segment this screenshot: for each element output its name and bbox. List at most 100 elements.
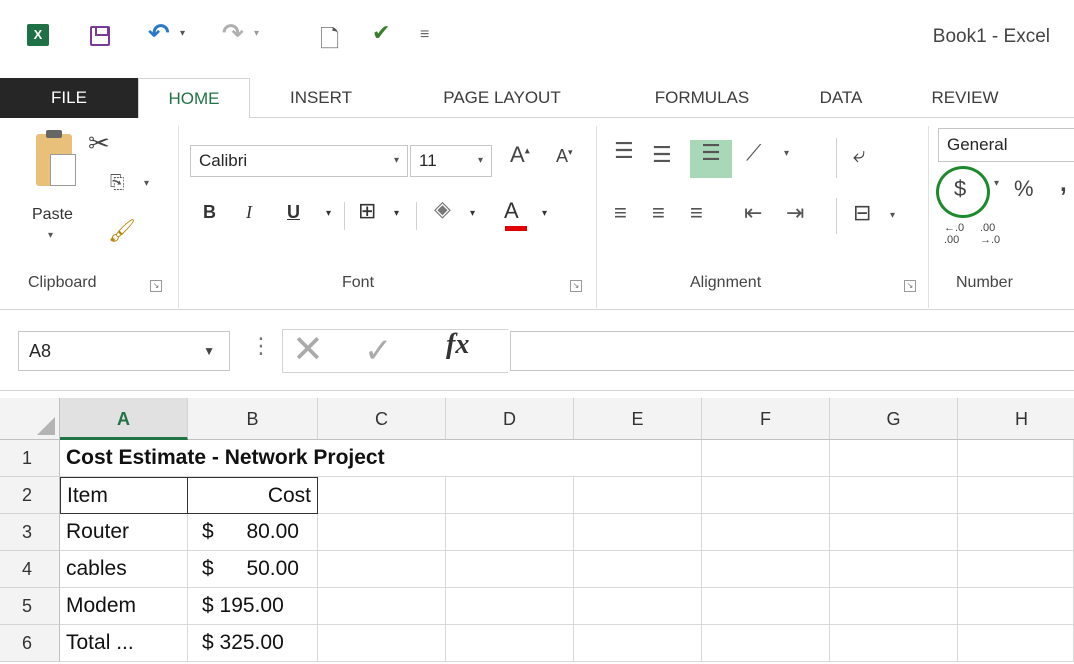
cell[interactable] xyxy=(574,551,702,588)
cell[interactable] xyxy=(574,477,702,514)
redo-icon[interactable]: ↷ xyxy=(222,18,244,49)
cell[interactable] xyxy=(446,551,574,588)
clipboard-launcher-icon[interactable]: ↘ xyxy=(150,280,162,292)
cell[interactable] xyxy=(958,625,1074,662)
cell[interactable] xyxy=(958,551,1074,588)
underline-dropdown-icon[interactable]: ▾ xyxy=(326,208,331,219)
column-header-e[interactable]: E xyxy=(574,398,702,440)
tab-insert[interactable]: INSERT xyxy=(268,78,374,118)
cell[interactable] xyxy=(702,440,830,477)
italic-button[interactable]: I xyxy=(246,202,252,223)
cell[interactable] xyxy=(318,551,446,588)
font-color-icon[interactable]: A xyxy=(504,198,519,224)
orientation-dropdown-icon[interactable]: ▾ xyxy=(784,148,789,159)
cell[interactable] xyxy=(574,514,702,551)
redo-dropdown-icon[interactable]: ▾ xyxy=(254,28,259,39)
tab-file[interactable]: FILE xyxy=(0,78,138,118)
bold-button[interactable]: B xyxy=(203,202,216,223)
cell[interactable] xyxy=(574,588,702,625)
cell[interactable] xyxy=(702,588,830,625)
column-header-h[interactable]: H xyxy=(958,398,1074,440)
align-left-icon[interactable]: ≡ xyxy=(614,200,627,226)
cell[interactable] xyxy=(318,588,446,625)
number-format-select[interactable]: General xyxy=(938,128,1074,162)
accounting-dropdown-icon[interactable]: ▾ xyxy=(994,178,999,189)
cell-a1[interactable]: Cost Estimate - Network Project xyxy=(60,440,574,477)
cell[interactable] xyxy=(830,588,958,625)
borders-icon[interactable]: ⊞ xyxy=(358,198,376,224)
row-header-6[interactable]: 6 xyxy=(0,625,60,662)
tab-formulas[interactable]: FORMULAS xyxy=(624,78,780,118)
cell[interactable] xyxy=(830,440,958,477)
column-header-c[interactable]: C xyxy=(318,398,446,440)
cell[interactable] xyxy=(958,440,1074,477)
underline-button[interactable]: U xyxy=(287,202,300,223)
column-header-d[interactable]: D xyxy=(446,398,574,440)
cell[interactable] xyxy=(574,440,702,477)
formula-bar-grip-icon[interactable]: ⋮ xyxy=(250,333,272,359)
row-header-1[interactable]: 1 xyxy=(0,440,60,477)
cell-a5[interactable]: Modem xyxy=(60,588,188,625)
decrease-font-size-icon[interactable]: A▾ xyxy=(556,146,573,167)
cell-a6[interactable]: Total ... xyxy=(60,625,188,662)
insert-function-button[interactable]: fx xyxy=(446,329,469,361)
select-all-button[interactable] xyxy=(0,398,60,440)
align-right-icon[interactable]: ≡ xyxy=(690,200,703,226)
alignment-launcher-icon[interactable]: ↘ xyxy=(904,280,916,292)
font-size-select[interactable]: 11 ▾ xyxy=(410,145,492,177)
row-header-4[interactable]: 4 xyxy=(0,551,60,588)
borders-dropdown-icon[interactable]: ▾ xyxy=(394,208,399,219)
accounting-format-button[interactable]: $ xyxy=(936,166,990,218)
column-header-a[interactable]: A xyxy=(60,398,188,440)
percent-style-button[interactable]: % xyxy=(1014,176,1034,202)
fill-color-dropdown-icon[interactable]: ▾ xyxy=(470,208,475,219)
tab-review[interactable]: REVIEW xyxy=(904,78,1026,118)
cell[interactable] xyxy=(830,514,958,551)
cell-b5[interactable]: $ 195.00 xyxy=(188,588,318,625)
wrap-text-icon[interactable]: ⤶ xyxy=(853,142,865,168)
cell[interactable] xyxy=(702,514,830,551)
cell[interactable] xyxy=(446,514,574,551)
cell-a4[interactable]: cables xyxy=(60,551,188,588)
print-preview-icon[interactable]: 🗋 xyxy=(320,22,339,63)
copy-dropdown-icon[interactable]: ▾ xyxy=(144,178,149,189)
cancel-icon[interactable]: ✕ xyxy=(292,327,324,372)
merge-center-icon[interactable]: ⊟ xyxy=(853,200,871,226)
cell-b4[interactable]: $ 50.00 xyxy=(188,551,318,588)
column-header-g[interactable]: G xyxy=(830,398,958,440)
decrease-indent-icon[interactable]: ⇤ xyxy=(744,200,762,226)
cell-a3[interactable]: Router xyxy=(60,514,188,551)
cell-b2[interactable]: Cost xyxy=(187,477,318,514)
tab-page-layout[interactable]: PAGE LAYOUT xyxy=(404,78,600,118)
fill-color-icon[interactable]: ◈ xyxy=(434,196,451,222)
tab-data[interactable]: DATA xyxy=(802,78,880,118)
paste-dropdown-icon[interactable]: ▾ xyxy=(48,230,53,241)
undo-dropdown-icon[interactable]: ▾ xyxy=(180,28,185,39)
cell[interactable] xyxy=(958,477,1074,514)
cell-b6[interactable]: $ 325.00 xyxy=(188,625,318,662)
align-top-icon[interactable]: ☰ xyxy=(614,138,634,164)
cell[interactable] xyxy=(702,477,830,514)
cell[interactable] xyxy=(318,477,446,514)
cell[interactable] xyxy=(446,477,574,514)
row-header-2[interactable]: 2 xyxy=(0,477,60,514)
increase-font-size-icon[interactable]: A▴ xyxy=(510,142,530,168)
align-center-icon[interactable]: ≡ xyxy=(652,200,665,226)
enter-icon[interactable]: ✓ xyxy=(364,331,393,371)
row-header-5[interactable]: 5 xyxy=(0,588,60,625)
orientation-icon[interactable]: ⟋ xyxy=(746,140,761,166)
cell[interactable] xyxy=(446,625,574,662)
font-launcher-icon[interactable]: ↘ xyxy=(570,280,582,292)
undo-icon[interactable]: ↶ xyxy=(148,18,170,49)
name-box[interactable]: A8 ▼ xyxy=(18,331,230,371)
formula-input[interactable] xyxy=(510,331,1074,371)
tab-home[interactable]: HOME xyxy=(138,78,250,119)
copy-icon[interactable]: ⎘ xyxy=(110,172,124,193)
cut-icon[interactable]: ✂ xyxy=(88,128,110,159)
cell[interactable] xyxy=(318,625,446,662)
font-name-select[interactable]: Calibri ▾ xyxy=(190,145,408,177)
increase-indent-icon[interactable]: ⇥ xyxy=(786,200,804,226)
align-middle-icon[interactable]: ☰ xyxy=(652,142,672,168)
column-header-f[interactable]: F xyxy=(702,398,830,440)
cell[interactable] xyxy=(318,514,446,551)
